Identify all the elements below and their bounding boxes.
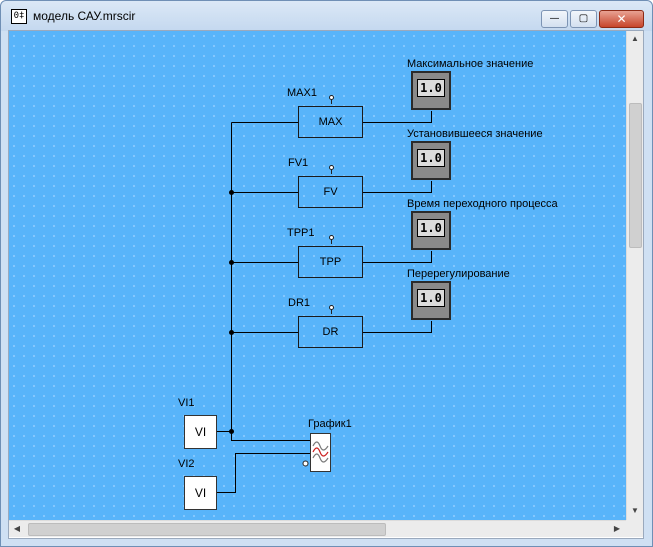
schematic-canvas[interactable]: MAX1 MAX FV1 FV TPP1 TPP DR1 DR Максимал… — [9, 31, 626, 520]
block-max[interactable]: MAX — [298, 106, 363, 138]
numeric-display-steady[interactable]: 1.0 — [411, 141, 451, 180]
junction-dot — [229, 190, 234, 195]
display-caption-transient: Время переходного процесса — [407, 198, 558, 210]
wire-max-display — [363, 111, 432, 123]
display-caption-overshoot: Перерегулирование — [407, 268, 510, 280]
parameter-pin[interactable] — [329, 305, 334, 310]
wire-vi2-graph — [217, 453, 310, 493]
block-label-fv: FV1 — [288, 157, 309, 169]
app-icon[interactable]: 0‡ — [11, 9, 27, 24]
graph-input-pin — [302, 460, 309, 467]
scroll-down-icon[interactable]: ▼ — [627, 503, 643, 519]
horizontal-scrollbar[interactable]: ◀ ▶ — [9, 520, 626, 537]
parameter-pin[interactable] — [329, 235, 334, 240]
scroll-right-icon[interactable]: ▶ — [609, 521, 625, 537]
minimize-button[interactable]: — — [541, 10, 568, 28]
horizontal-scroll-thumb[interactable] — [28, 523, 386, 536]
vertical-scroll-thumb[interactable] — [629, 103, 642, 248]
window-title: модель САУ.mrscir — [33, 9, 136, 23]
scrollbar-corner — [626, 520, 643, 537]
source-vi1[interactable]: VI — [184, 415, 217, 449]
scroll-up-icon[interactable]: ▲ — [627, 31, 643, 47]
junction-dot — [229, 429, 234, 434]
junction-dot — [229, 330, 234, 335]
display-caption-max: Максимальное значение — [407, 58, 534, 70]
block-dr[interactable]: DR — [298, 316, 363, 348]
wire-dr-display — [363, 321, 432, 333]
junction-dot — [229, 260, 234, 265]
block-label-max: MAX1 — [287, 87, 317, 99]
block-label-tpp: TPP1 — [287, 227, 315, 239]
graph-block[interactable] — [310, 433, 331, 472]
display-value: 1.0 — [417, 289, 445, 307]
wire-tpp-display — [363, 251, 432, 263]
close-button[interactable]: ✕ — [599, 10, 644, 28]
source-vi2[interactable]: VI — [184, 476, 217, 510]
numeric-display-max[interactable]: 1.0 — [411, 71, 451, 110]
wire-bus-graph — [231, 437, 310, 441]
display-value: 1.0 — [417, 79, 445, 97]
source-label-vi1: VI1 — [178, 397, 195, 409]
waveform-icon — [312, 441, 329, 463]
graph-label: График1 — [308, 418, 352, 430]
vertical-scrollbar[interactable]: ▲ ▼ — [626, 31, 643, 520]
numeric-display-transient[interactable]: 1.0 — [411, 211, 451, 250]
display-value: 1.0 — [417, 219, 445, 237]
block-label-dr: DR1 — [288, 297, 311, 309]
parameter-pin[interactable] — [329, 165, 334, 170]
title-bar[interactable]: 0‡ модель САУ.mrscir — ▢ ✕ — [1, 1, 652, 31]
numeric-display-overshoot[interactable]: 1.0 — [411, 281, 451, 320]
source-label-vi2: VI2 — [178, 458, 195, 470]
display-value: 1.0 — [417, 149, 445, 167]
block-tpp[interactable]: TPP — [298, 246, 363, 278]
parameter-pin[interactable] — [329, 95, 334, 100]
wire-fv-display — [363, 181, 432, 193]
maximize-button[interactable]: ▢ — [570, 10, 597, 28]
block-fv[interactable]: FV — [298, 176, 363, 208]
display-caption-steady: Установившееся значение — [407, 128, 543, 140]
scroll-left-icon[interactable]: ◀ — [9, 521, 25, 537]
